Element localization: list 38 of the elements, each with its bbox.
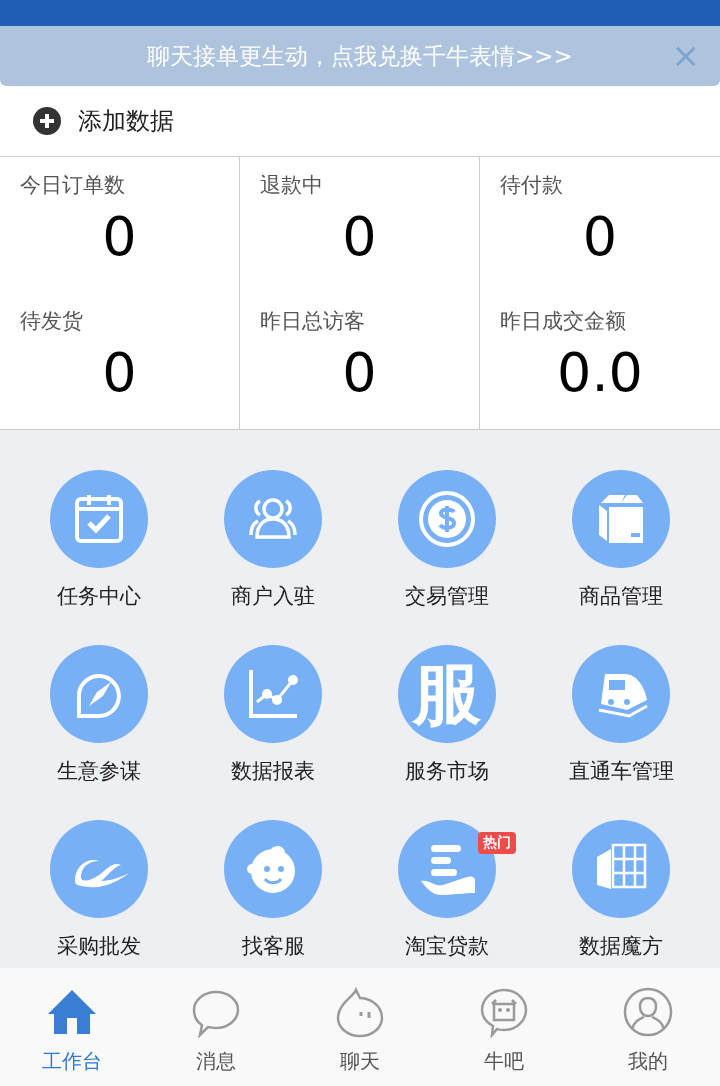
- stat-value: 0: [102, 207, 137, 267]
- app-label: 数据魔方: [579, 933, 663, 960]
- add-data-link[interactable]: 添加数据: [78, 105, 174, 137]
- app-label: 交易管理: [405, 583, 489, 610]
- app-label: 商品管理: [579, 583, 663, 610]
- app-label: 淘宝贷款: [405, 933, 489, 960]
- tab-bar-item[interactable]: 我的: [576, 968, 720, 1086]
- app-label: 找客服: [241, 933, 305, 960]
- user-avatar-icon: [622, 986, 674, 1038]
- stat-value: 0: [342, 207, 377, 267]
- stat-label: 退款中: [260, 172, 323, 199]
- stat-value: 0: [582, 207, 618, 267]
- tab-bar-item[interactable]: 聊天: [288, 968, 432, 1086]
- stat-label: 昨日成交金额: [500, 308, 626, 335]
- tab-bar-item[interactable]: 牛吧: [432, 968, 576, 1086]
- banner-text: 聊天接单更生动，点我兑换千牛表情>>>: [147, 41, 573, 71]
- app-label: 服务市场: [405, 758, 489, 785]
- stat-value: 0: [102, 343, 137, 403]
- app-label: 商户入驻: [231, 583, 315, 610]
- stat-value: 0.0: [557, 343, 643, 403]
- hot-badge: 热门: [478, 832, 516, 854]
- droplet-face-icon: [334, 986, 386, 1038]
- stat-label: 待付款: [500, 172, 563, 199]
- tab-bar-item[interactable]: 工作台: [0, 968, 144, 1086]
- dollar-coin-icon: [417, 489, 477, 549]
- cow-bubble-icon: [478, 986, 530, 1038]
- app-label: 任务中心: [57, 583, 141, 610]
- stat-label: 今日订单数: [20, 172, 125, 199]
- app-label: 采购批发: [57, 933, 141, 960]
- app-label: 生意参谋: [57, 758, 141, 785]
- service-glyph-icon: 服: [413, 660, 481, 728]
- stat-label: 待发货: [20, 308, 83, 335]
- app-label: 数据报表: [231, 758, 315, 785]
- stat-label: 昨日总访客: [260, 308, 365, 335]
- plus-circle-icon[interactable]: [32, 106, 62, 136]
- app-label: 直通车管理: [568, 758, 674, 785]
- tab-bar-item[interactable]: 消息: [144, 968, 288, 1086]
- stat-value: 0: [342, 343, 377, 403]
